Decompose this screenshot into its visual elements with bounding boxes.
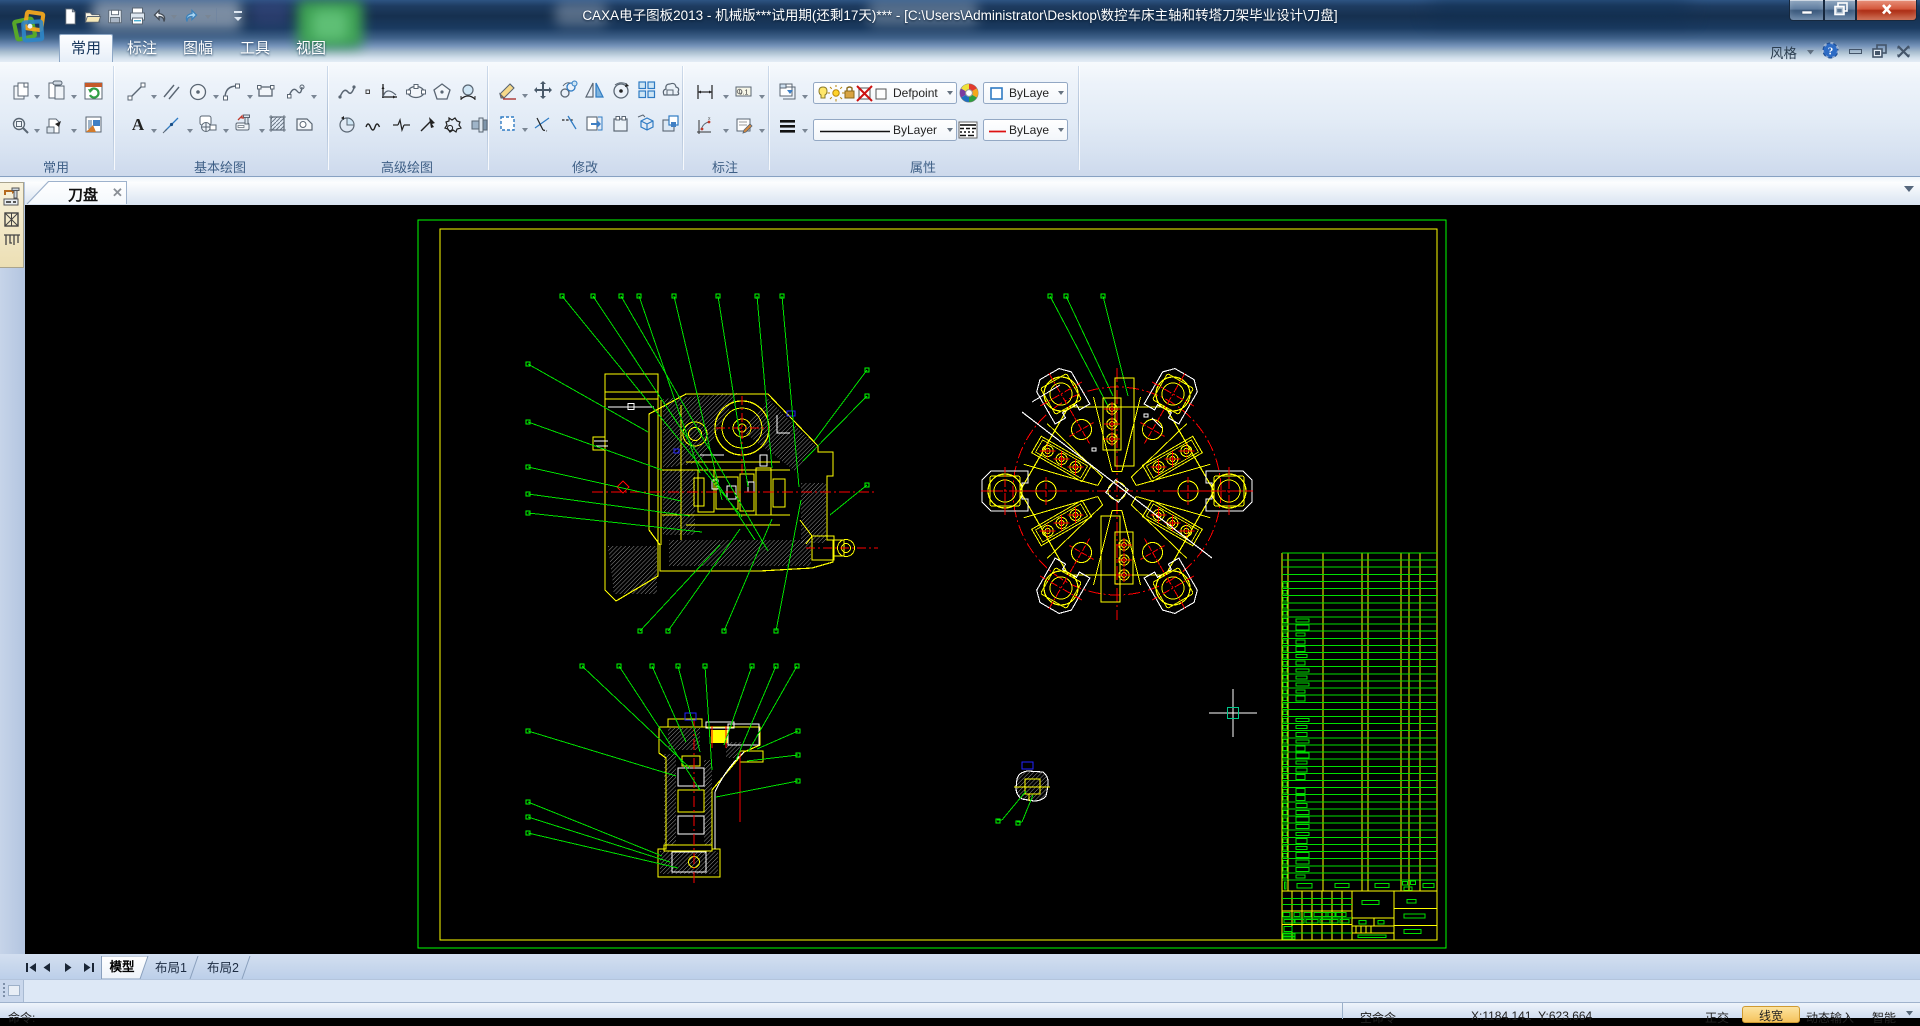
svg-text:?: ? [1828,46,1834,58]
